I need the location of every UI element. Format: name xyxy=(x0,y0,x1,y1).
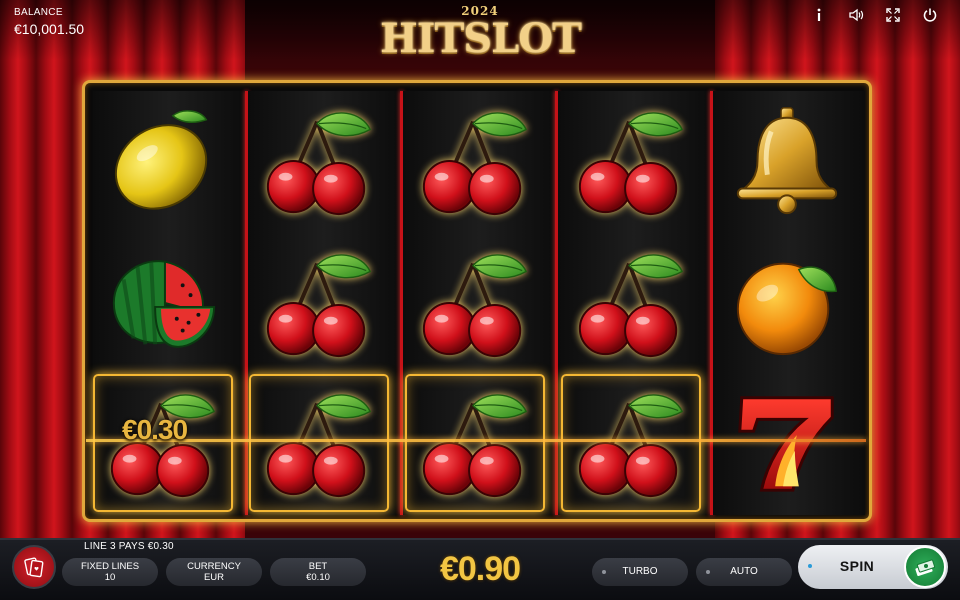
fixed-lines-value: 10 xyxy=(104,572,116,583)
bet-value: €0.10 xyxy=(306,572,330,583)
bet-label: BET xyxy=(308,561,328,572)
cherry-symbol xyxy=(561,374,701,512)
bell-symbol xyxy=(717,92,857,230)
cherry-symbol xyxy=(405,234,545,372)
turbo-toggle[interactable]: TURBO xyxy=(592,558,688,586)
balance-value: €10,001.50 xyxy=(14,21,85,37)
cherry-symbol xyxy=(405,374,545,512)
turbo-label: TURBO xyxy=(622,566,658,577)
auto-toggle[interactable]: AUTO xyxy=(696,558,792,586)
spin-button[interactable]: SPIN xyxy=(798,545,948,589)
top-toolbar xyxy=(800,4,948,26)
lemon-symbol xyxy=(93,92,233,230)
sound-icon[interactable] xyxy=(837,4,874,26)
cherry-symbol xyxy=(249,234,389,372)
currency-button[interactable]: CURRENCY EUR xyxy=(166,558,262,586)
winning-payline xyxy=(86,439,866,442)
power-icon[interactable] xyxy=(911,4,948,26)
win-message: LINE 3 PAYS €0.30 xyxy=(84,541,174,552)
cherry-symbol xyxy=(249,92,389,230)
watermelon-symbol xyxy=(93,234,233,372)
logo-title: HITSLOT xyxy=(380,15,582,62)
game-logo: 2024 HITSLOT xyxy=(380,4,582,64)
currency-value: EUR xyxy=(203,572,225,583)
fixed-lines-label: FIXED LINES xyxy=(80,561,140,572)
cards-icon xyxy=(24,557,44,578)
cherry-symbol xyxy=(561,92,701,230)
info-icon[interactable] xyxy=(800,4,837,26)
money-stack-icon xyxy=(904,546,946,588)
orange-symbol xyxy=(717,234,857,372)
win-amount: €0.30 xyxy=(122,414,188,445)
bet-button[interactable]: BET €0.10 xyxy=(270,558,366,586)
spin-label: SPIN xyxy=(839,558,875,574)
auto-label: AUTO xyxy=(730,566,758,577)
balance-label: BALANCE xyxy=(14,7,63,18)
currency-label: CURRENCY xyxy=(187,561,241,572)
cherry-symbol xyxy=(405,92,545,230)
cherry-symbol xyxy=(249,374,389,512)
panel-divider xyxy=(0,538,960,540)
fullscreen-icon[interactable] xyxy=(874,4,911,26)
fixed-lines-button[interactable]: FIXED LINES 10 xyxy=(62,558,158,586)
cherry-symbol xyxy=(561,234,701,372)
total-bet: €0.90 xyxy=(439,550,521,588)
paytable-button[interactable] xyxy=(12,545,56,589)
seven-symbol xyxy=(717,374,857,512)
